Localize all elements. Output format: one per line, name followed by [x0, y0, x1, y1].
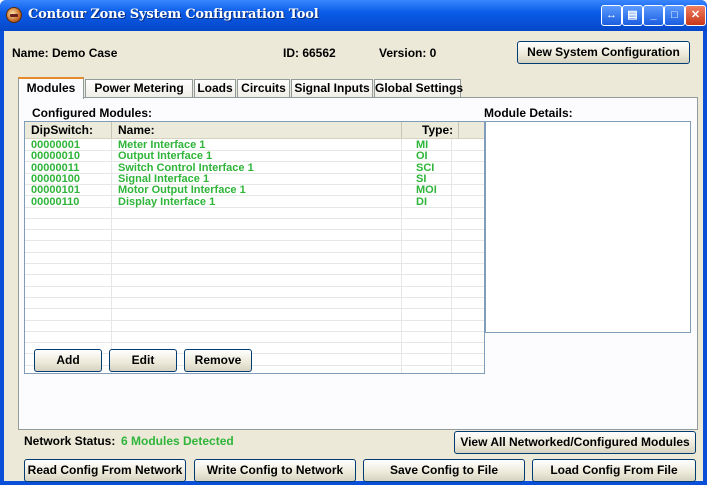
window-title: Contour Zone System Configuration Tool [28, 7, 319, 22]
cell-dip: 00000010 [31, 150, 80, 163]
tab-global-settings[interactable]: Global Settings [374, 79, 463, 98]
client-area: Name: Demo Case ID: 66562 Version: 0 New… [4, 31, 703, 482]
table-row[interactable] [25, 287, 484, 298]
load-config-from-file-button[interactable]: Load Config From File [532, 459, 696, 482]
edit-module-button[interactable]: Edit [109, 349, 177, 372]
maximize-icon[interactable]: □ [664, 5, 685, 26]
tab-loads[interactable]: Loads [194, 79, 236, 98]
cell-type: SI [416, 172, 427, 185]
table-row[interactable] [25, 298, 484, 310]
network-status-value: 6 Modules Detected [121, 434, 234, 448]
cell-name: Display Interface 1 [118, 195, 216, 208]
configured-modules-table[interactable]: DipSwitch: Name: Type: 00000001 Meter Int… [24, 121, 485, 374]
column-header-name[interactable]: Name: [112, 122, 402, 138]
app-window: Contour Zone System Configuration Tool ↔… [0, 0, 707, 485]
cell-dip: 00000011 [31, 161, 80, 174]
table-row[interactable]: 00000110 Display Interface 1 DI [25, 195, 484, 208]
cell-dip: 00000110 [31, 195, 80, 208]
cell-name: Switch Control Interface 1 [118, 161, 254, 174]
restore-icon[interactable]: ▤ [622, 5, 643, 26]
close-icon[interactable]: ✕ [685, 5, 706, 26]
cell-type: DI [416, 195, 427, 208]
save-config-to-file-button[interactable]: Save Config to File [363, 459, 525, 482]
table-row[interactable] [25, 219, 484, 231]
title-bar[interactable]: Contour Zone System Configuration Tool ↔… [0, 0, 707, 31]
cell-dip: 00000101 [31, 184, 80, 197]
cell-name: Motor Output Interface 1 [118, 184, 246, 197]
tab-circuits[interactable]: Circuits [237, 79, 290, 98]
table-row[interactable] [25, 230, 484, 242]
configured-modules-label: Configured Modules: [32, 106, 152, 120]
cell-dip: 00000001 [31, 139, 80, 151]
table-row[interactable] [25, 242, 484, 253]
table-header: DipSwitch: Name: Type: [25, 122, 484, 139]
column-header-type[interactable]: Type: [402, 122, 459, 138]
module-details-box[interactable] [485, 121, 691, 333]
cell-type: MOI [416, 184, 437, 197]
config-version: Version: 0 [379, 46, 437, 60]
table-row[interactable] [25, 253, 484, 264]
table-row[interactable] [25, 332, 484, 344]
help-icon[interactable]: ↔ [601, 5, 622, 26]
minimize-icon[interactable]: _ [643, 5, 664, 26]
remove-module-button[interactable]: Remove [184, 349, 252, 372]
cell-name: Signal Interface 1 [118, 172, 210, 185]
cell-dip: 00000100 [31, 172, 80, 185]
add-module-button[interactable]: Add [34, 349, 102, 372]
write-config-to-network-button[interactable]: Write Config to Network [194, 459, 356, 482]
cell-type: MI [416, 139, 429, 151]
view-all-modules-button[interactable]: View All Networked/Configured Modules [454, 431, 696, 454]
cell-name: Output Interface 1 [118, 150, 213, 163]
tab-modules[interactable]: Modules [18, 77, 84, 99]
read-config-from-network-button[interactable]: Read Config From Network [24, 459, 186, 482]
table-row[interactable] [25, 276, 484, 287]
table-row[interactable] [25, 321, 484, 332]
table-row[interactable] [25, 264, 484, 276]
table-row[interactable] [25, 310, 484, 321]
column-header-dipswitch[interactable]: DipSwitch: [25, 122, 112, 138]
new-system-configuration-button[interactable]: New System Configuration [517, 41, 690, 64]
module-details-label: Module Details: [484, 106, 573, 120]
table-row[interactable] [25, 208, 484, 219]
cell-type: OI [416, 150, 428, 163]
config-name: Name: Demo Case [12, 46, 118, 60]
cell-name: Meter Interface 1 [118, 139, 206, 151]
tab-power-metering[interactable]: Power Metering [85, 79, 193, 98]
app-icon [6, 7, 22, 23]
config-id: ID: 66562 [283, 46, 336, 60]
tab-signal-inputs[interactable]: Signal Inputs [291, 79, 373, 98]
network-status-label: Network Status: [24, 434, 116, 448]
cell-type: SCI [416, 161, 435, 174]
